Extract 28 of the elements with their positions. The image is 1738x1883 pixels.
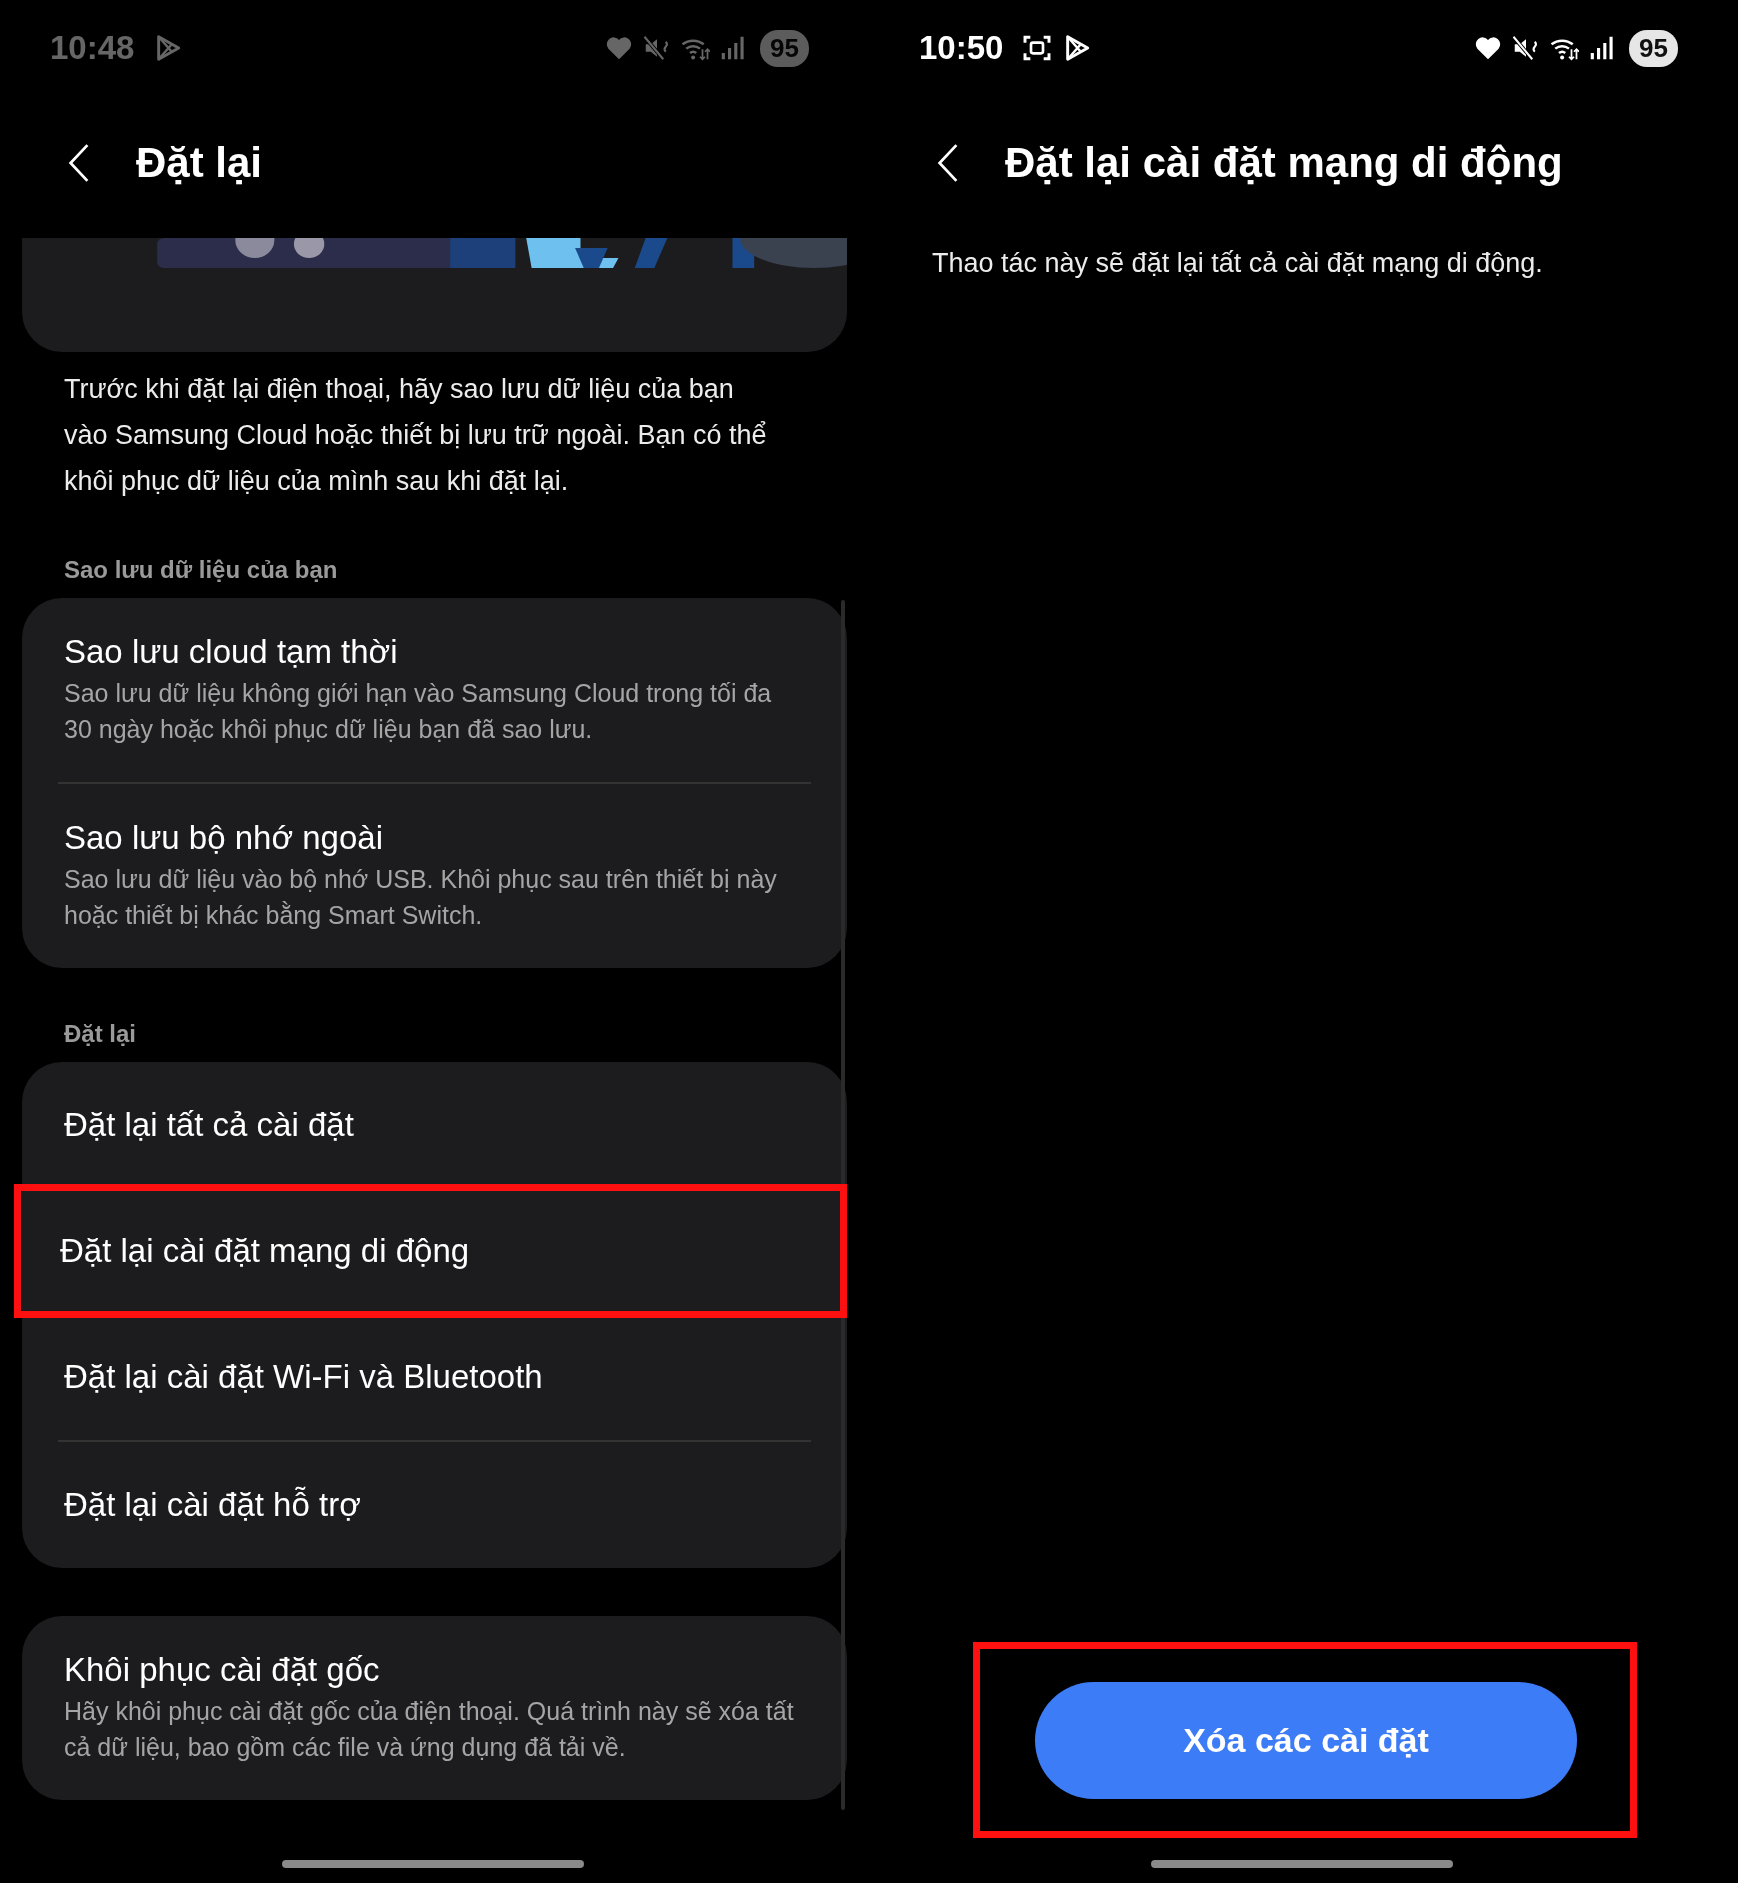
page-title: Đặt lại bbox=[136, 139, 263, 187]
settings-item[interactable]: Đặt lại cài đặt hỗ trợ bbox=[22, 1442, 847, 1568]
settings-item[interactable]: Sao lưu cloud tạm thời Sao lưu dữ liệu không giới hạn vào Samsung Cloud trong tối đa 30 ngày hoặc khôi phục dữ liệu bạn đã sao lưu. bbox=[22, 598, 847, 782]
battery-level: 95 bbox=[760, 29, 809, 67]
item-description: Sao lưu dữ liệu vào bộ nhớ USB. Khôi phục sau trên thiết bị này hoặc thiết bị khác bằng Smart Switch. bbox=[64, 864, 778, 931]
page-title: Đặt lại cài đặt mạng di động bbox=[1005, 139, 1563, 187]
section-header: Sao lưu dữ liệu của bạn bbox=[64, 556, 339, 584]
settings-item[interactable]: Khôi phục cài đặt gốc Hãy khôi phục cài đặt gốc của điện thoại. Quá trình này sẽ xóa tất cả dữ liệu, bao gồm các file và ứng dụng đã tải về. bbox=[22, 1616, 847, 1800]
item-title: Khôi phục cài đặt gốc bbox=[64, 1651, 381, 1689]
battery-level: 95 bbox=[1629, 29, 1678, 67]
item-description: Sao lưu dữ liệu không giới hạn vào Samsung Cloud trong tối đa 30 ngày hoặc khôi phục dữ liệu bạn đã sao lưu. bbox=[64, 678, 773, 745]
clock: 10:50 bbox=[919, 29, 1004, 67]
item-title: Đặt lại cài đặt hỗ trợ bbox=[64, 1486, 362, 1524]
settings-item[interactable]: Đặt lại cài đặt mạng di động bbox=[18, 1188, 843, 1314]
item-description: Hãy khôi phục cài đặt gốc của điện thoại. Quá trình này sẽ xóa tất cả dữ liệu, bao gồm các file và ứng dụng đã tải về. bbox=[64, 1696, 795, 1763]
settings-item[interactable]: Đặt lại cài đặt Wi-Fi và Bluetooth bbox=[22, 1314, 847, 1440]
settings-item[interactable]: Đặt lại tất cả cài đặt bbox=[22, 1062, 847, 1188]
settings-item[interactable]: Sao lưu bộ nhớ ngoài Sao lưu dữ liệu vào bộ nhớ USB. Khôi phục sau trên thiết bị này hoặc thiết bị khác bằng Smart Switch. bbox=[22, 784, 847, 968]
description-text: Thao tác này sẽ đặt lại tất cả cài đặt mạng di động. bbox=[932, 248, 1544, 279]
reset-button[interactable]: Xóa các cài đặt bbox=[1035, 1681, 1577, 1799]
item-title: Sao lưu bộ nhớ ngoài bbox=[64, 819, 384, 857]
item-title: Đặt lại cài đặt Wi-Fi và Bluetooth bbox=[64, 1358, 544, 1396]
item-title: Đặt lại cài đặt mạng di động bbox=[60, 1232, 471, 1270]
section-header: Đặt lại bbox=[64, 1020, 138, 1048]
item-title: Đặt lại tất cả cài đặt bbox=[64, 1106, 355, 1144]
intro-text: Trước khi đặt lại điện thoại, hãy sao lưu dữ liệu của bạn vào Samsung Cloud hoặc thiết bị lưu trữ ngoài. Bạn có thể khôi phục dữ liệu của mình sau khi đặt lại. bbox=[64, 373, 768, 498]
clock: 10:48 bbox=[50, 29, 135, 67]
item-title: Sao lưu cloud tạm thời bbox=[64, 633, 399, 671]
